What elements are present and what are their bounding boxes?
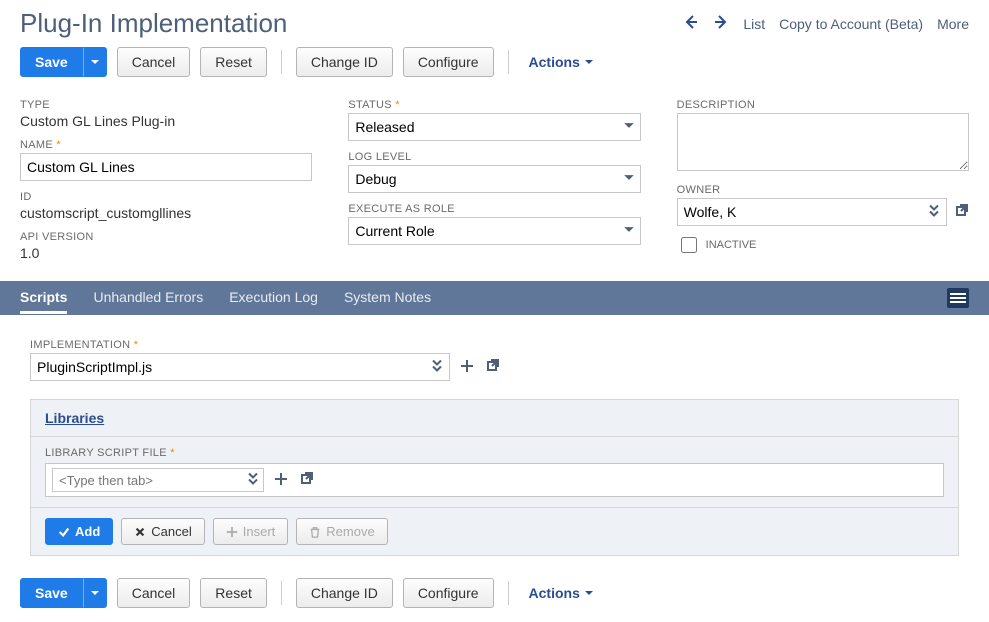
id-value: customscript_customgllines [20, 205, 312, 221]
x-icon [134, 526, 146, 538]
configure-button-footer[interactable]: Configure [403, 578, 494, 608]
description-label: DESCRIPTION [677, 99, 969, 111]
library-remove-label: Remove [326, 524, 374, 539]
owner-select[interactable] [677, 198, 947, 226]
change-id-button[interactable]: Change ID [296, 47, 393, 77]
tab-scripts[interactable]: Scripts [20, 283, 67, 314]
owner-popout-icon[interactable] [953, 203, 969, 222]
check-icon [58, 526, 70, 538]
implementation-label: IMPLEMENTATION [30, 339, 959, 351]
api-version-label: API VERSION [20, 231, 312, 243]
owner-label: OWNER [677, 184, 969, 196]
cancel-button-footer[interactable]: Cancel [117, 578, 191, 608]
save-button-footer[interactable]: Save [20, 578, 83, 608]
loglevel-label: LOG LEVEL [348, 151, 640, 163]
status-select[interactable] [348, 113, 640, 141]
name-label: NAME [20, 139, 312, 151]
status-label: STATUS [348, 99, 640, 111]
library-add-label: Add [75, 524, 100, 539]
page-title: Plug-In Implementation [20, 8, 287, 39]
toolbar-divider [281, 50, 282, 74]
toolbar-divider [508, 581, 509, 605]
implementation-popout-icon[interactable] [484, 358, 500, 377]
library-script-file-label: LIBRARY SCRIPT FILE [45, 447, 944, 459]
save-button[interactable]: Save [20, 47, 83, 77]
chevron-double-icon [430, 359, 444, 376]
change-id-button-footer[interactable]: Change ID [296, 578, 393, 608]
tab-execution-log[interactable]: Execution Log [229, 283, 318, 314]
api-version-value: 1.0 [20, 245, 312, 261]
library-insert-label: Insert [243, 524, 276, 539]
plus-icon [226, 526, 238, 538]
implementation-select[interactable] [30, 353, 450, 381]
inactive-label: INACTIVE [706, 239, 757, 251]
cancel-button[interactable]: Cancel [117, 47, 191, 77]
type-value: Custom GL Lines Plug-in [20, 113, 312, 129]
library-cancel-label: Cancel [151, 524, 191, 539]
more-link[interactable]: More [937, 16, 969, 32]
reset-button[interactable]: Reset [200, 47, 267, 77]
actions-label: Actions [529, 54, 580, 70]
implementation-add-icon[interactable] [460, 359, 474, 376]
id-label: ID [20, 191, 312, 203]
actions-dropdown-footer[interactable]: Actions [529, 585, 594, 601]
library-insert-button: Insert [213, 518, 289, 545]
save-dropdown-caret[interactable] [83, 47, 107, 77]
reset-button-footer[interactable]: Reset [200, 578, 267, 608]
list-link[interactable]: List [743, 16, 765, 32]
save-split-button-footer[interactable]: Save [20, 578, 107, 608]
library-row [45, 463, 944, 497]
save-split-button[interactable]: Save [20, 47, 107, 77]
execute-as-role-label: EXECUTE AS ROLE [348, 203, 640, 215]
configure-button[interactable]: Configure [403, 47, 494, 77]
actions-dropdown[interactable]: Actions [529, 54, 594, 70]
tab-unhandled-errors[interactable]: Unhandled Errors [93, 283, 203, 314]
trash-icon [309, 526, 321, 538]
description-textarea[interactable] [677, 113, 969, 171]
execute-as-role-select[interactable] [348, 217, 640, 245]
type-label: TYPE [20, 99, 312, 111]
libraries-title[interactable]: Libraries [45, 410, 104, 426]
library-add-button[interactable]: Add [45, 518, 113, 545]
library-cancel-button[interactable]: Cancel [121, 518, 204, 545]
save-dropdown-caret-footer[interactable] [83, 578, 107, 608]
library-popout-icon[interactable] [298, 471, 314, 490]
library-remove-button: Remove [296, 518, 387, 545]
chevron-double-icon [927, 204, 941, 221]
copy-to-account-link[interactable]: Copy to Account (Beta) [779, 16, 923, 32]
chevron-double-icon [246, 472, 260, 489]
forward-arrow-icon[interactable] [713, 14, 729, 33]
back-arrow-icon[interactable] [683, 14, 699, 33]
library-script-file-input[interactable] [52, 468, 264, 492]
actions-label-footer: Actions [529, 585, 580, 601]
library-add-icon[interactable] [274, 472, 288, 489]
name-input[interactable] [20, 153, 312, 181]
view-toggle-icon[interactable] [947, 288, 969, 308]
loglevel-select[interactable] [348, 165, 640, 193]
toolbar-divider [508, 50, 509, 74]
inactive-checkbox[interactable] [681, 237, 697, 253]
tab-system-notes[interactable]: System Notes [344, 283, 431, 314]
toolbar-divider [281, 581, 282, 605]
